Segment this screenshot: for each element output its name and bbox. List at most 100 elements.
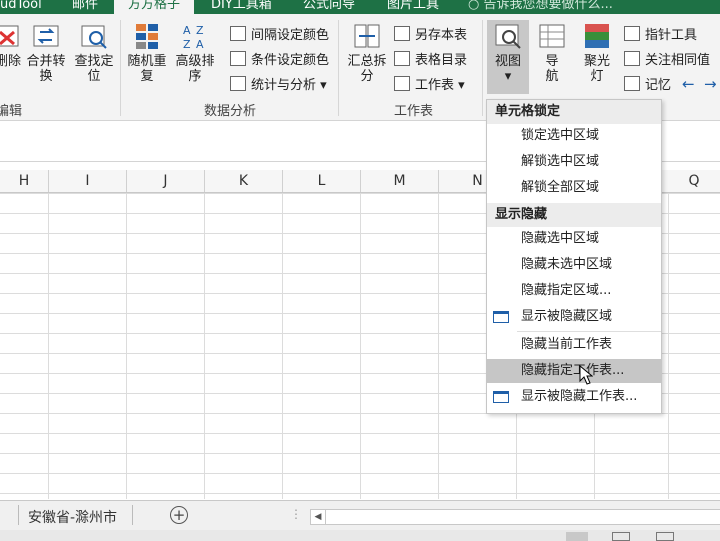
chevron-down-icon: ▾: [504, 69, 512, 84]
random-duplicate-label: 随机重复: [127, 54, 167, 84]
worksheet-menu-label: 工作表: [415, 78, 455, 93]
navigation-button[interactable]: 导航: [534, 22, 570, 84]
tab-udtool[interactable]: udTool: [0, 0, 42, 14]
grid-line: [48, 193, 49, 499]
stats-analysis-icon: [230, 76, 246, 91]
menu-item-hide-current-sheet[interactable]: 隐藏当前工作表: [487, 333, 661, 357]
window-icon: [493, 311, 509, 323]
arrow-left-icon[interactable]: ←: [682, 76, 695, 92]
svg-text:Z: Z: [183, 38, 191, 50]
find-locate-label: 查找定位: [74, 54, 114, 84]
navigation-label: 导航: [545, 54, 559, 84]
scroll-left-icon[interactable]: ◀: [311, 510, 326, 524]
ribbon-tab-bar: udTool 邮件 方方格子 DIY工具箱 公式向导 图片工具 ○ 告诉我您想要…: [0, 0, 720, 14]
watch-same-value-button[interactable]: 关注相同值: [624, 51, 710, 69]
delete-icon: [0, 22, 22, 50]
column-header-m[interactable]: M: [361, 170, 439, 192]
summary-split-icon: [353, 22, 381, 50]
random-duplicate-button[interactable]: 随机重复: [124, 22, 170, 84]
menu-item-show-hidden-sheet[interactable]: 显示被隐藏工作表...: [487, 385, 661, 409]
stats-analysis-label: 统计与分析: [251, 78, 317, 93]
sheet-tab[interactable]: 安徽省-滁州市: [28, 507, 117, 527]
worksheet-icon: [394, 76, 410, 91]
menu-item-hide-unselected[interactable]: 隐藏未选中区域: [487, 253, 661, 277]
grid-line: [126, 193, 127, 499]
view-dropdown-menu: 单元格锁定 锁定选中区域 解锁选中区域 解锁全部区域 显示隐藏 隐藏选中区域 隐…: [486, 99, 662, 414]
group-separator: [482, 20, 483, 116]
status-bar: [0, 530, 720, 541]
table-directory-button[interactable]: 表格目录: [394, 51, 467, 69]
view-label: 视图: [494, 54, 521, 69]
condition-color-icon: [230, 51, 246, 66]
save-sheet-icon: [394, 26, 410, 41]
table-directory-icon: [394, 51, 410, 66]
menu-item-hide-specified-sheet[interactable]: 隐藏指定工作表...: [487, 359, 661, 385]
tab-diy-toolbox[interactable]: DIY工具箱: [211, 0, 272, 14]
tab-divider: [18, 505, 19, 525]
group-label-worksheet: 工作表: [394, 104, 434, 119]
sort-az-icon: AZZA: [181, 22, 209, 51]
tell-me-text: 告诉我您想要做什么...: [483, 0, 613, 12]
mouse-cursor-icon: [579, 365, 593, 385]
menu-item-lock-selection[interactable]: 锁定选中区域: [487, 124, 661, 148]
tab-fangfang[interactable]: 方方格子: [114, 0, 195, 14]
column-header-l[interactable]: L: [283, 170, 361, 192]
merge-convert-button[interactable]: 合并转换: [24, 22, 68, 84]
menu-item-unlock-selection[interactable]: 解锁选中区域: [487, 150, 661, 174]
find-locate-icon: [80, 22, 108, 50]
svg-text:A: A: [183, 24, 191, 37]
normal-view-icon[interactable]: [566, 532, 588, 541]
group-label-edit: 编辑: [0, 104, 23, 119]
group-label-data-analysis: 数据分析: [204, 104, 257, 119]
delete-button[interactable]: 删除: [0, 22, 22, 69]
horizontal-scrollbar[interactable]: ◀: [310, 509, 720, 525]
svg-text:Z: Z: [196, 24, 204, 37]
memory-icon: [624, 76, 640, 91]
summary-split-label: 汇总拆分: [347, 54, 387, 84]
page-break-icon[interactable]: [656, 532, 674, 541]
tab-divider: [132, 505, 133, 525]
view-button[interactable]: 视图 ▾: [487, 20, 529, 94]
merge-convert-label: 合并转换: [26, 54, 66, 84]
advanced-sort-button[interactable]: AZZA 高级排序: [172, 22, 218, 84]
column-header-k[interactable]: K: [205, 170, 283, 192]
spotlight-button[interactable]: 聚光灯: [578, 22, 616, 84]
menu-item-hide-selection[interactable]: 隐藏选中区域: [487, 227, 661, 251]
menu-item-hide-specified-area[interactable]: 隐藏指定区域...: [487, 279, 661, 303]
pointer-tool-icon: [624, 26, 640, 41]
tell-me-search[interactable]: ○ 告诉我您想要做什么...: [468, 0, 613, 14]
column-header-q[interactable]: Q: [668, 170, 720, 192]
menu-item-show-hidden-area[interactable]: 显示被隐藏区域: [487, 305, 661, 329]
worksheet-menu-button[interactable]: 工作表 ▾: [394, 76, 465, 94]
menu-divider: [517, 331, 661, 332]
page-layout-icon[interactable]: [612, 532, 630, 541]
save-sheet-button[interactable]: 另存本表: [394, 26, 467, 44]
group-separator: [338, 20, 339, 116]
grid-line: [668, 193, 669, 499]
pointer-tool-label: 指针工具: [645, 28, 698, 43]
arrow-right-icon[interactable]: →: [704, 76, 717, 92]
summary-split-button[interactable]: 汇总拆分: [344, 22, 390, 84]
tab-mail[interactable]: 邮件: [72, 0, 98, 14]
column-header-h[interactable]: H: [0, 170, 49, 192]
stats-analysis-button[interactable]: 统计与分析 ▾: [230, 76, 327, 94]
memory-button[interactable]: 记忆: [624, 76, 671, 94]
splitter-dots-icon[interactable]: ⋮: [290, 507, 302, 521]
column-header-j[interactable]: J: [127, 170, 205, 192]
pointer-tool-button[interactable]: 指针工具: [624, 26, 697, 44]
spotlight-label: 聚光灯: [584, 54, 611, 84]
condition-color-button[interactable]: 条件设定颜色: [230, 51, 329, 69]
save-sheet-label: 另存本表: [415, 28, 468, 43]
column-header-i[interactable]: I: [49, 170, 127, 192]
find-locate-button[interactable]: 查找定位: [72, 22, 116, 84]
merge-convert-icon: [32, 22, 60, 50]
tab-picture-tools[interactable]: 图片工具: [387, 0, 439, 14]
interval-color-button[interactable]: 间隔设定颜色: [230, 26, 329, 44]
add-sheet-icon[interactable]: +: [170, 506, 188, 524]
grid-line: [204, 193, 205, 499]
tab-formula-wizard[interactable]: 公式向导: [303, 0, 355, 14]
menu-item-unlock-all[interactable]: 解锁全部区域: [487, 176, 661, 200]
memory-label: 记忆: [645, 78, 672, 93]
interval-color-label: 间隔设定颜色: [251, 28, 330, 43]
grid-line: [438, 193, 439, 499]
